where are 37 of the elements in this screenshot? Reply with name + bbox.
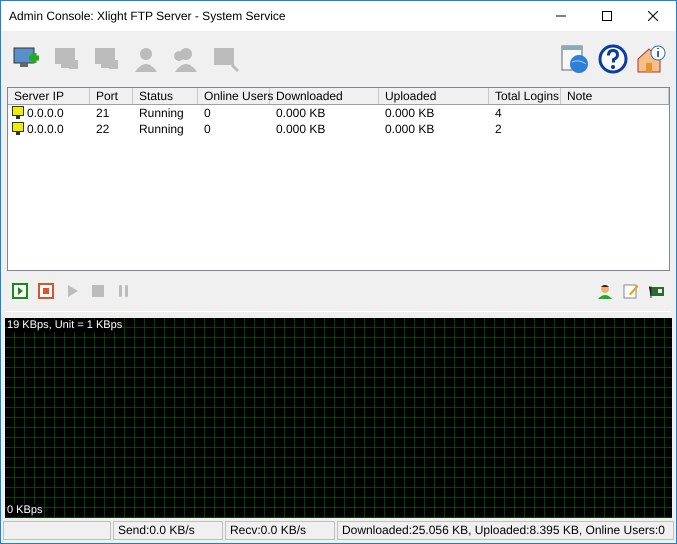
table-cell-text: 0.000 KB [276, 105, 326, 122]
table-cell-text: 21 [96, 105, 110, 122]
edit-icon[interactable] [623, 283, 639, 299]
maximize-icon [602, 11, 612, 21]
table-cell-text: Running [139, 105, 184, 122]
server-icon [12, 122, 24, 136]
table-cell-text: 0 [204, 105, 211, 122]
help-icon[interactable] [598, 44, 628, 74]
house-icon[interactable] [636, 44, 666, 74]
table-cell-text: 4 [495, 105, 502, 122]
table-cell-text: 0.000 KB [385, 121, 434, 138]
table-cell-text: 2 [495, 121, 502, 138]
table-cell-text: 22 [96, 121, 110, 138]
window-title: Admin Console: Xlight FTP Server - System Service [8, 8, 287, 25]
column-header[interactable]: Total Logins [489, 88, 561, 104]
column-header[interactable]: Server IP [8, 88, 90, 104]
globe-icon[interactable] [560, 44, 590, 74]
column-header[interactable]: Port [90, 88, 133, 104]
column-header[interactable]: Uploaded [379, 88, 489, 104]
table-cell-text: 0 [204, 121, 211, 138]
close-icon [648, 11, 658, 21]
table-cell-text: 0.000 KB [385, 105, 434, 122]
graph-min-label: 0 KBps [7, 504, 42, 517]
table-cell-text: Running [139, 121, 184, 138]
status-panel: Downloaded:25.056 KB, Uploaded:8.395 KB, Online Users:0 [337, 521, 674, 540]
graph-max-label: 19 KBps, Unit = 1 KBps [7, 319, 122, 332]
stop-icon[interactable] [38, 283, 54, 299]
table-cell-text: 0.0.0.0 [27, 105, 64, 122]
status-panel: Send:0.0 KB/s [113, 521, 223, 540]
table-cell-text: 0.0.0.0 [27, 121, 64, 138]
status-panel: Recv:0.0 KB/s [225, 521, 335, 540]
column-header[interactable]: Status [133, 88, 198, 104]
table-cell-text: 0.000 KB [276, 121, 326, 138]
user-icon[interactable] [597, 283, 613, 299]
column-header[interactable]: Note [561, 88, 669, 104]
server-icon [12, 106, 24, 120]
start-icon[interactable] [12, 283, 28, 299]
